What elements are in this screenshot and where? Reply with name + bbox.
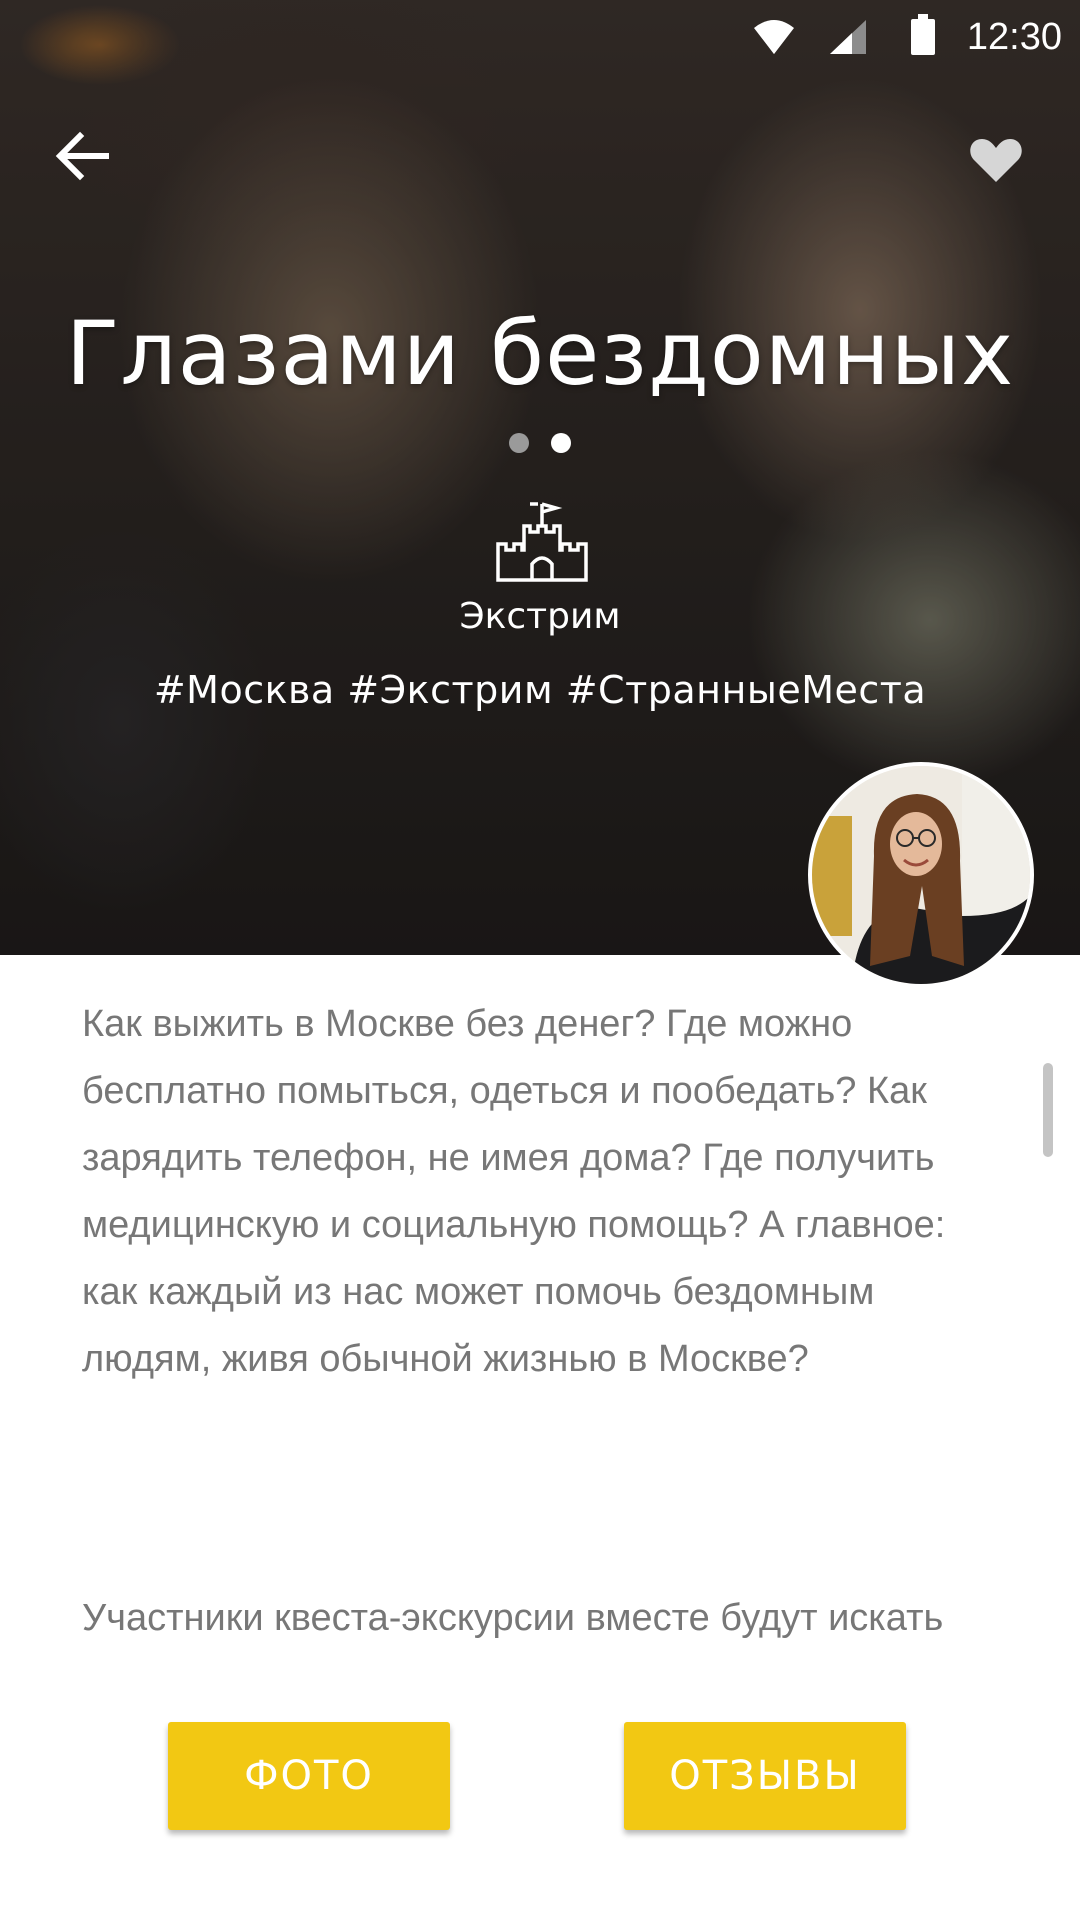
arrow-left-icon	[54, 130, 110, 186]
scrollbar[interactable]	[1043, 1063, 1053, 1157]
reviews-button[interactable]: ОТЗЫВЫ	[624, 1722, 906, 1830]
description-paragraph: Как выжить в Москве без денег? Где можно…	[82, 1003, 946, 1380]
slide-dot-active[interactable]	[551, 433, 571, 453]
description-paragraph: Участники квеста-экскурсии вместе будут …	[82, 1597, 944, 1671]
description-scroll-area[interactable]: Как выжить в Москве без денег? Где можно…	[0, 955, 1080, 1671]
status-time: 12:30	[966, 16, 1062, 58]
back-button[interactable]	[46, 122, 118, 194]
castle-icon	[494, 490, 590, 582]
favorite-button[interactable]	[962, 130, 1030, 194]
status-bar: 12:30	[0, 0, 1080, 80]
heart-icon	[969, 136, 1023, 188]
photo-button[interactable]: ФОТО	[168, 1722, 450, 1830]
slide-indicator	[0, 433, 1080, 453]
battery-icon	[910, 14, 936, 60]
wifi-icon	[752, 16, 796, 60]
category-label: Экстрим	[459, 596, 621, 637]
signal-icon	[828, 18, 868, 60]
slide-dot[interactable]	[509, 433, 529, 453]
hashtags: #Москва #Экстрим #СтранныеМеста	[153, 668, 927, 712]
avatar[interactable]	[808, 762, 1034, 988]
page-title: Глазами бездомных	[65, 302, 1015, 405]
